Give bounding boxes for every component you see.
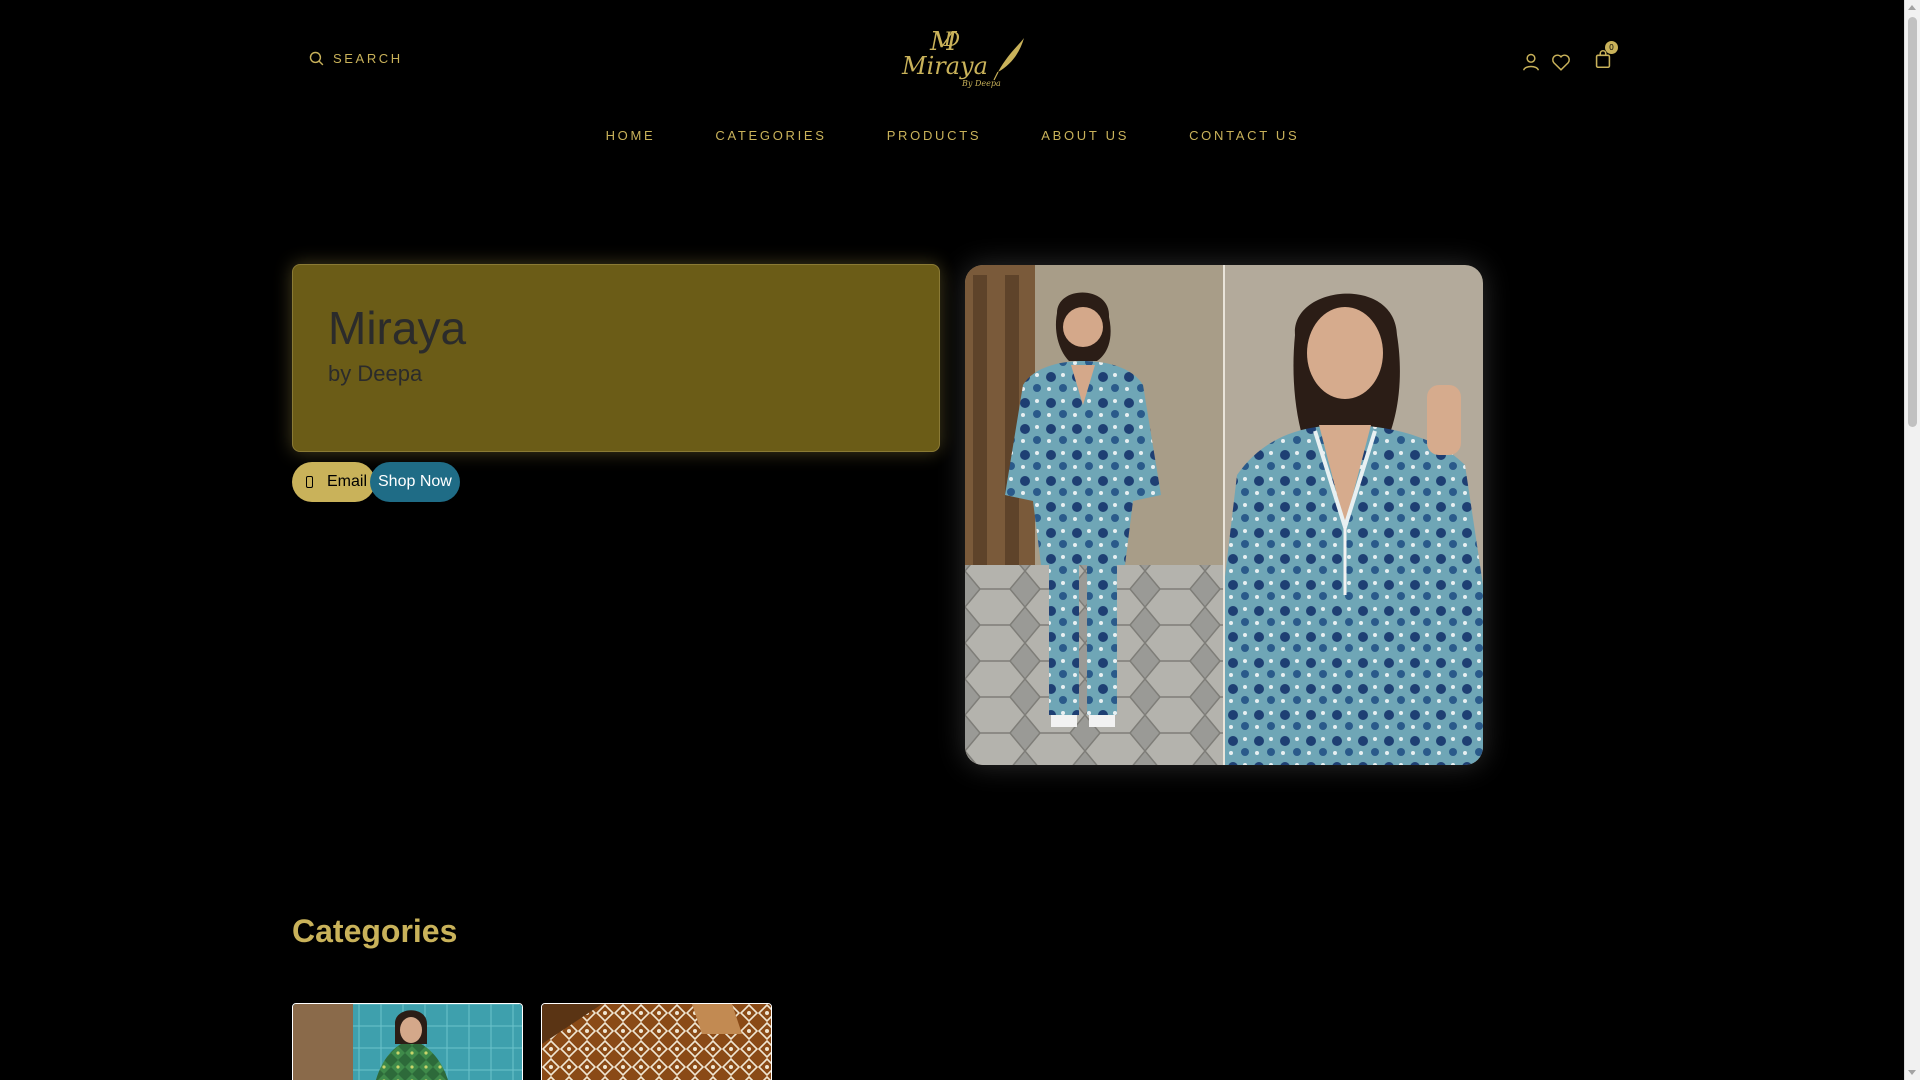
user-icon[interactable] — [1520, 51, 1542, 73]
heart-icon[interactable] — [1550, 51, 1572, 73]
cart-button[interactable]: 0 — [1592, 41, 1618, 75]
brand-logo[interactable]: M D Miraya By Deepa — [898, 24, 1028, 92]
email-button-label: Email — [327, 473, 368, 490]
phone-icon — [306, 476, 313, 488]
page: SEARCH M D Miraya By Deepa 0 HOME CATEGO… — [0, 0, 1920, 1080]
shop-now-button[interactable]: Shop Now — [370, 462, 460, 502]
nav-categories[interactable]: CATEGORIES — [685, 128, 856, 143]
nav-home[interactable]: HOME — [576, 128, 686, 143]
categories-heading: Categories — [292, 913, 458, 949]
nav-products[interactable]: PRODUCTS — [857, 128, 1012, 143]
search-trigger[interactable]: SEARCH — [308, 50, 403, 67]
main-nav: HOME CATEGORIES PRODUCTS ABOUT US CONTAC… — [0, 128, 1905, 143]
hero-card: Miraya by Deepa — [292, 264, 940, 452]
hero-product-image — [965, 265, 1483, 765]
search-label: SEARCH — [333, 51, 403, 66]
search-icon — [309, 51, 324, 66]
hero-title: Miraya — [328, 302, 467, 354]
category-card[interactable] — [541, 1003, 772, 1080]
header-actions: 0 — [1520, 41, 1618, 75]
hero-image-illustration — [965, 265, 1483, 765]
cart-count-badge: 0 — [1605, 41, 1618, 54]
scroll-up-arrow-icon[interactable] — [1908, 5, 1916, 10]
svg-text:By Deepa: By Deepa — [961, 79, 1001, 88]
scroll-down-arrow-icon[interactable] — [1908, 1070, 1916, 1075]
nav-about-us[interactable]: ABOUT US — [1011, 128, 1159, 143]
category-image-green-kaftan — [293, 1004, 522, 1080]
scrollbar-thumb[interactable] — [1908, 17, 1917, 427]
nav-contact-us[interactable]: CONTACT US — [1159, 128, 1329, 143]
svg-text:Miraya: Miraya — [901, 52, 988, 80]
category-image-brown-print — [542, 1004, 771, 1080]
vertical-scrollbar[interactable] — [1904, 0, 1920, 1080]
hero-subtitle: by Deepa — [328, 361, 423, 386]
email-button[interactable]: Email — [292, 462, 376, 502]
category-card[interactable] — [292, 1003, 523, 1080]
svg-text:D: D — [943, 27, 960, 51]
